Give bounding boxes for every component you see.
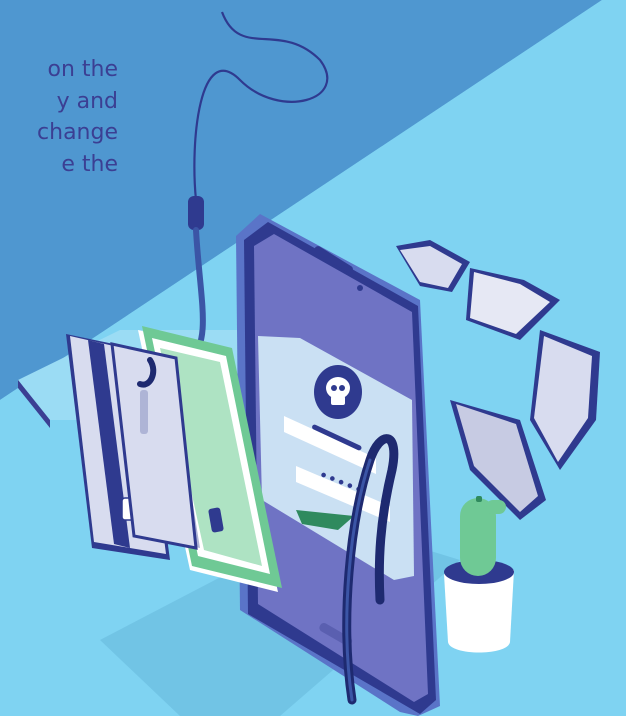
caption-line-3: change: [37, 120, 118, 145]
line-knot: [188, 196, 204, 230]
caption-line-2: y and: [56, 88, 118, 114]
caption-line-1: on the: [47, 57, 118, 82]
caption-line-4: e the: [61, 151, 118, 177]
caption-text: on the y and change e the: [0, 54, 118, 180]
phone-camera: [357, 285, 363, 291]
skull-icon: [314, 365, 362, 419]
